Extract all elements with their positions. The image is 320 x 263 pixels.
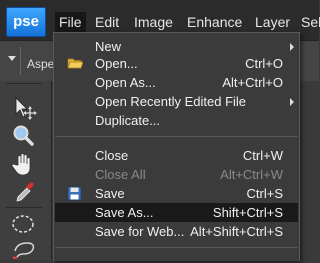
menu-item-save-as[interactable]: Save As... Shift+Ctrl+S (55, 203, 298, 222)
lasso-tool-icon[interactable] (9, 237, 39, 263)
menu-item-shortcut: Alt+Ctrl+O (222, 75, 283, 90)
floppy-disk-icon (67, 186, 83, 201)
menu-item-label: Save for Web... (95, 224, 185, 239)
menu-item-close[interactable]: Close Ctrl+W (55, 146, 298, 165)
menu-separator (55, 136, 298, 137)
toolbox-divider (6, 83, 42, 84)
menu-item-label: Duplicate... (95, 113, 161, 128)
folder-icon (67, 56, 84, 71)
file-menu-dropdown: New Open... Ctrl+O Open As... Alt+Ctrl+O… (53, 32, 300, 261)
menu-item-shortcut: Ctrl+O (245, 56, 283, 71)
toolbox-divider (6, 207, 42, 208)
menu-item-shortcut: Ctrl+S (246, 186, 283, 201)
menu-item-label: Close (95, 148, 129, 163)
menu-item-label: Save As... (95, 205, 154, 220)
menu-item-open[interactable]: Open... Ctrl+O (55, 54, 298, 73)
options-divider (20, 47, 21, 75)
hand-tool-icon[interactable] (9, 151, 39, 177)
menu-item-label: New (95, 39, 122, 54)
menu-item-label: Close All (95, 167, 146, 182)
options-dropdown-arrow-icon[interactable] (8, 56, 16, 61)
app-logo: pse (6, 7, 46, 37)
move-tool-icon[interactable] (9, 95, 39, 121)
aspect-label: Aspe (27, 57, 55, 71)
menu-item-shortcut: Alt+Shift+Ctrl+S (190, 224, 283, 239)
menu-item-save[interactable]: Save Ctrl+S (55, 184, 298, 203)
menu-file[interactable]: File (55, 12, 86, 32)
menu-item-label: Open As... (95, 75, 156, 90)
menu-enhance[interactable]: Enhance (183, 12, 246, 32)
menu-item-open-recently-edited[interactable]: Open Recently Edited File (55, 92, 298, 111)
marquee-tool-icon[interactable] (9, 211, 39, 237)
menu-item-duplicate[interactable]: Duplicate... (55, 111, 298, 130)
menu-layer[interactable]: Layer (251, 12, 294, 32)
zoom-tool-icon[interactable] (9, 123, 39, 149)
submenu-arrow-icon (290, 43, 294, 51)
menu-item-shortcut: Ctrl+W (242, 148, 283, 163)
toolbox (0, 81, 52, 260)
menu-select[interactable]: Sele (297, 12, 320, 32)
menu-edit[interactable]: Edit (91, 12, 123, 32)
menu-image[interactable]: Image (130, 12, 177, 32)
menu-item-label: Open Recently Edited File (95, 94, 247, 109)
submenu-arrow-icon (290, 98, 294, 106)
menu-item-label: Save (95, 186, 125, 201)
menu-item-save-for-web[interactable]: Save for Web... Alt+Shift+Ctrl+S (55, 222, 298, 241)
menu-item-close-all: Close All Alt+Ctrl+W (55, 165, 298, 184)
menu-separator (55, 247, 298, 248)
menu-item-open-as[interactable]: Open As... Alt+Ctrl+O (55, 73, 298, 92)
menu-item-label: Open... (95, 56, 138, 71)
menu-item-shortcut: Shift+Ctrl+S (212, 205, 283, 220)
menu-item-shortcut: Alt+Ctrl+W (220, 167, 283, 182)
eyedropper-tool-icon[interactable] (9, 179, 39, 205)
